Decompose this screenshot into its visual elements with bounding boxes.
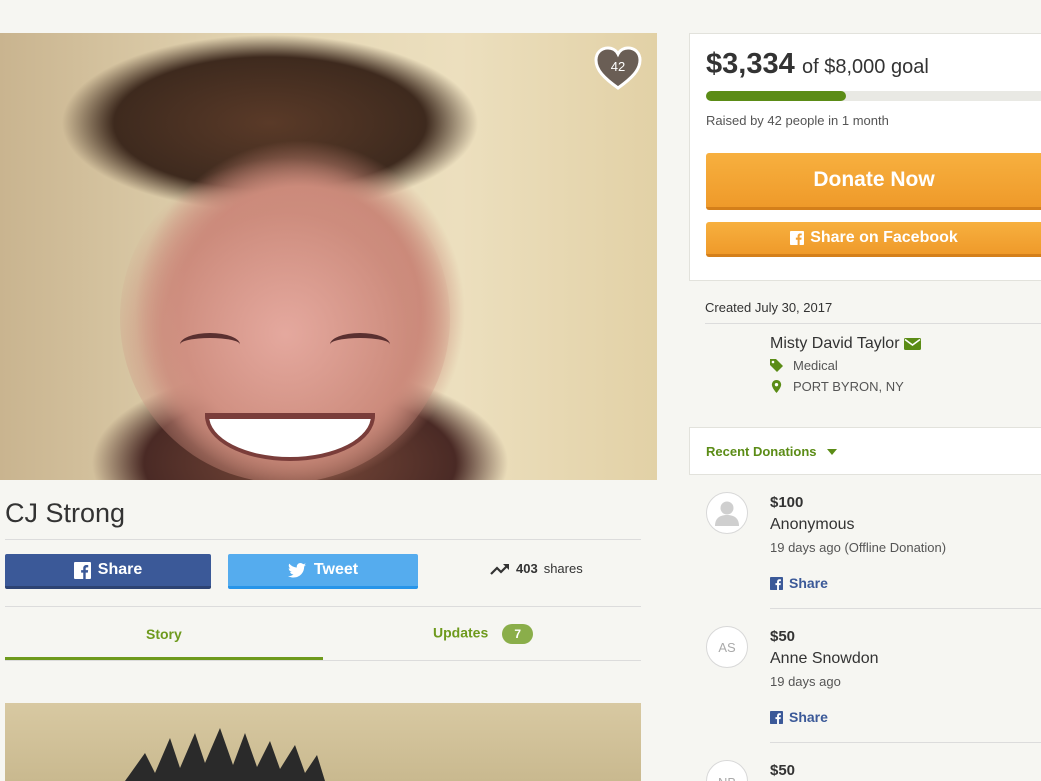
avatar-initials: NB — [718, 775, 736, 781]
donate-now-button[interactable]: Donate Now — [706, 153, 1041, 210]
tweet-button[interactable]: Tweet — [228, 554, 418, 589]
divider — [5, 539, 641, 540]
avatar-initials: AS — [718, 639, 736, 655]
avatar — [706, 492, 748, 534]
twitter-icon — [287, 562, 306, 578]
donation-share-label: Share — [789, 575, 828, 591]
location-label: PORT BYRON, NY — [793, 379, 904, 394]
organizer: Misty David Taylor — [770, 335, 921, 353]
tweet-label: Tweet — [313, 561, 359, 578]
donor-name: Anonymous — [770, 516, 855, 533]
raised-by-text: Raised by 42 people in 1 month — [706, 113, 889, 128]
location: PORT BYRON, NY — [770, 379, 904, 394]
heart-count: 42 — [610, 59, 626, 74]
organizer-name[interactable]: Misty David Taylor — [770, 335, 900, 353]
divider — [5, 606, 641, 607]
avatar: NB — [706, 760, 748, 781]
donation-time: 19 days ago — [770, 674, 841, 689]
donation-share-button[interactable]: Share — [770, 709, 828, 725]
donation-share-button[interactable]: Share — [770, 575, 828, 591]
envelope-icon[interactable] — [903, 338, 921, 350]
facebook-icon — [790, 231, 805, 245]
avatar: AS — [706, 626, 748, 668]
share-count: 403 shares — [490, 561, 583, 576]
goal-card: $3,334 of $8,000 goal Raised by 42 peopl… — [689, 33, 1041, 281]
facebook-share-button[interactable]: Share — [5, 554, 211, 589]
facebook-share-label: Share — [97, 561, 143, 578]
donation-amount: $50 — [770, 762, 796, 779]
divider — [705, 323, 1041, 324]
created-date: Created July 30, 2017 — [705, 300, 833, 315]
donor-name: Anne Snowdon — [770, 650, 879, 667]
donation-item: $100 Anonymous 19 days ago (Offline Dona… — [689, 492, 1041, 626]
tab-updates[interactable]: Updates 7 — [433, 624, 534, 644]
map-pin-icon — [771, 380, 782, 393]
tab-story[interactable]: Story — [146, 626, 182, 642]
facebook-icon — [73, 561, 91, 579]
donation-column: $3,334 of $8,000 goal Raised by 42 peopl… — [689, 0, 1041, 781]
user-silhouette-icon — [715, 501, 739, 526]
divider — [770, 608, 1041, 609]
donation-time: 19 days ago (Offline Donation) — [770, 540, 947, 555]
campaign-photo — [0, 33, 657, 480]
tab-updates-label: Updates — [433, 624, 489, 641]
tabs-divider — [5, 660, 641, 661]
donation-item: AS $50 Anne Snowdon 19 days ago Share — [689, 626, 1041, 760]
facebook-icon — [770, 710, 783, 724]
trending-up-icon — [490, 563, 509, 575]
campaign-column: 42 CJ Strong Share Tweet 403 shares Stor… — [0, 0, 657, 781]
raised-amount: $3,334 — [706, 48, 795, 80]
heart-button[interactable]: 42 — [594, 46, 642, 90]
donation-share-label: Share — [789, 709, 828, 725]
donation-amount: $100 — [770, 494, 804, 511]
caret-down-icon — [826, 448, 837, 455]
recent-donations-header[interactable]: Recent Donations — [689, 427, 1041, 475]
facebook-icon — [770, 576, 783, 590]
active-tab-indicator — [5, 657, 323, 660]
progress-bar — [706, 91, 1041, 101]
tag-icon — [770, 359, 783, 372]
divider — [770, 742, 1041, 743]
category-label[interactable]: Medical — [793, 358, 838, 373]
share-on-facebook-label: Share on Facebook — [810, 229, 958, 246]
recent-donations-title[interactable]: Recent Donations — [706, 444, 837, 459]
recent-donations-label: Recent Donations — [706, 444, 817, 459]
story-photo-hair — [125, 728, 325, 781]
photo-eye-right — [330, 333, 390, 356]
photo-eye-left — [180, 333, 240, 356]
updates-count-badge: 7 — [502, 624, 534, 644]
share-on-facebook-button[interactable]: Share on Facebook — [706, 222, 1041, 257]
progress-fill — [706, 91, 847, 101]
shares-number: 403 — [516, 561, 538, 576]
goal-text: of $8,000 goal — [802, 56, 929, 78]
donation-amount: $50 — [770, 628, 796, 645]
page-title: CJ Strong — [5, 498, 126, 528]
donation-item: NB $50 — [689, 760, 1041, 781]
category: Medical — [770, 358, 838, 373]
shares-label: shares — [543, 561, 583, 576]
story-photo — [5, 703, 641, 781]
